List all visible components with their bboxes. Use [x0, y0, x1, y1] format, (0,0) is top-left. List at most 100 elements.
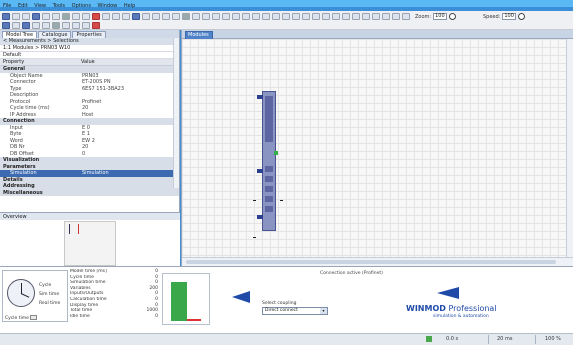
menu-options[interactable]: Options	[72, 3, 91, 9]
editor-horizontal-scrollbar[interactable]	[182, 257, 573, 266]
toolbar-button[interactable]	[122, 13, 130, 20]
diagram-canvas[interactable]	[182, 39, 567, 257]
toolbar-button[interactable]	[102, 13, 110, 20]
zoom-label: Zoom:	[415, 13, 432, 20]
zoom-input[interactable]: 100	[433, 13, 447, 20]
toolbar-button[interactable]	[42, 13, 50, 20]
io-module[interactable]	[262, 91, 276, 231]
toolbar-button[interactable]	[52, 22, 60, 29]
tab-model-tree[interactable]: Model Tree	[2, 31, 38, 38]
toolbar-button[interactable]	[62, 13, 70, 20]
module-port[interactable]	[257, 169, 263, 173]
toolbar-button[interactable]	[182, 13, 190, 20]
bottom-panel: Cycle Sim time Real time Cycle time Mode…	[0, 266, 573, 333]
property-rows: General Object Name PRN03 Connector ET-200S …	[0, 66, 179, 196]
menu-view[interactable]: View	[34, 3, 46, 9]
toolbar-button[interactable]	[282, 13, 290, 20]
toolbar-button[interactable]	[372, 13, 380, 20]
overview-marker-blue	[69, 224, 70, 234]
statistics-list: Model time [ms] 0 Cycle time 0 Simulation ti…	[70, 269, 158, 329]
editor-tabbar: Modules	[182, 30, 573, 39]
toolbar-button[interactable]	[212, 13, 220, 20]
chevron-down-icon[interactable]: ▾	[320, 308, 327, 314]
toolbar-button[interactable]	[72, 13, 80, 20]
coupling-select[interactable]: Direct connect ▾	[262, 307, 328, 315]
panel-scrollbar[interactable]	[173, 38, 179, 188]
module-port[interactable]	[257, 95, 263, 99]
toolbar-button[interactable]	[202, 13, 210, 20]
status-load: 100 %	[545, 336, 561, 342]
clock-settings-button[interactable]	[30, 315, 38, 320]
tab-modules[interactable]: Modules	[185, 31, 213, 39]
toolbar-button[interactable]	[22, 22, 30, 29]
toolbar-button[interactable]	[392, 13, 400, 20]
toolbar-button[interactable]	[62, 22, 70, 29]
toolbar-button[interactable]	[262, 13, 270, 20]
tab-catalogue[interactable]: Catalogue	[38, 31, 72, 38]
editor-vertical-scrollbar[interactable]	[566, 39, 573, 257]
toolbar-button[interactable]	[162, 13, 170, 20]
speed-input[interactable]: 100	[502, 13, 516, 20]
breadcrumb[interactable]: 1:1 Modules > PRN03 W10	[0, 45, 179, 52]
menu-tools[interactable]: Tools	[53, 3, 65, 9]
tab-properties[interactable]: Properties	[72, 31, 106, 38]
toolbar-button[interactable]	[222, 13, 230, 20]
toolbar-button[interactable]	[2, 13, 10, 20]
toolbar-button[interactable]	[252, 13, 260, 20]
toolbar-button[interactable]	[132, 13, 140, 20]
scroll-thumb[interactable]	[186, 260, 556, 264]
toolbar-button[interactable]	[22, 13, 30, 20]
menu-edit[interactable]: Edit	[18, 3, 28, 9]
toolbar-button[interactable]	[322, 13, 330, 20]
toolbar-button[interactable]	[362, 13, 370, 20]
toolbar-button[interactable]	[312, 13, 320, 20]
toolbar-button[interactable]	[12, 22, 20, 29]
toolbar: Zoom: 100 Speed: 100	[0, 11, 573, 30]
overview-viewport[interactable]	[64, 221, 116, 266]
toolbar-button[interactable]	[142, 13, 150, 20]
property-category[interactable]: Miscellaneous	[0, 189, 179, 196]
module-port[interactable]	[257, 215, 263, 219]
speed-reset-icon[interactable]	[517, 13, 525, 20]
toolbar-button[interactable]	[352, 13, 360, 20]
toolbar-button[interactable]	[342, 13, 350, 20]
brand-bold: WINMOD	[406, 304, 446, 313]
toolbar-button[interactable]	[12, 13, 20, 20]
toolbar-button[interactable]	[332, 13, 340, 20]
clock-icon	[7, 279, 35, 307]
gauge-baseline	[187, 319, 201, 321]
zoom-reset-icon[interactable]	[448, 13, 456, 20]
filter-select[interactable]: Default	[0, 52, 179, 59]
toolbar-button[interactable]	[402, 13, 410, 20]
menu-window[interactable]: Window	[98, 3, 118, 9]
toolbar-button[interactable]	[232, 13, 240, 20]
toolbar-button[interactable]	[152, 13, 160, 20]
toolbar-button[interactable]	[172, 13, 180, 20]
toolbar-button[interactable]	[382, 13, 390, 20]
toolbar-button[interactable]	[2, 22, 10, 29]
clock-label: Sim time	[39, 292, 60, 297]
toolbar-button[interactable]	[242, 13, 250, 20]
status-time: 0.0 s	[446, 336, 459, 342]
toolbar-button[interactable]	[272, 13, 280, 20]
toolbar-button[interactable]	[192, 13, 200, 20]
toolbar-button[interactable]	[52, 13, 60, 20]
toolbar-button[interactable]	[292, 13, 300, 20]
toolbar-button[interactable]	[82, 13, 90, 20]
navigation-line[interactable]: < Measurements > Selections	[0, 38, 179, 45]
toolbar-button[interactable]	[32, 22, 40, 29]
toolbar-button[interactable]	[32, 13, 40, 20]
toolbar-button[interactable]	[82, 22, 90, 29]
stat-row: Idle time 0	[70, 314, 158, 320]
toolbar-button[interactable]	[92, 13, 100, 20]
toolbar-button[interactable]	[112, 13, 120, 20]
toolbar-button[interactable]	[72, 22, 80, 29]
toolbar-button[interactable]	[42, 22, 50, 29]
property-value: 6ES7 151-3BA23	[82, 85, 125, 92]
module-status-led	[274, 151, 278, 155]
toolbar-button[interactable]	[92, 22, 100, 29]
menu-help[interactable]: Help	[124, 3, 135, 9]
toolbar-button[interactable]	[302, 13, 310, 20]
overview-panel	[0, 220, 180, 266]
menu-file[interactable]: File	[3, 3, 11, 9]
